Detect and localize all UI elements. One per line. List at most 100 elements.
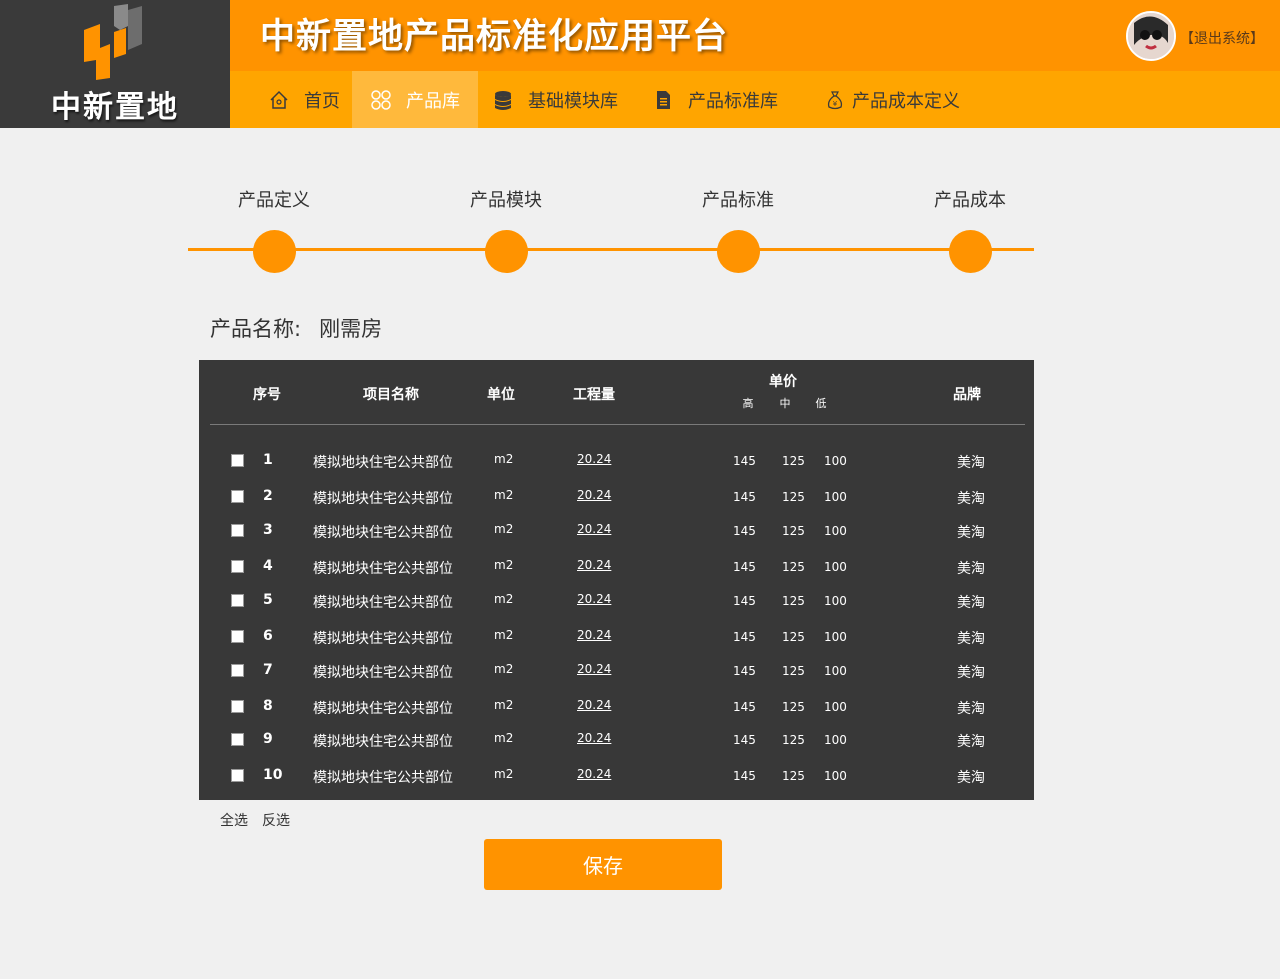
step-product-cost[interactable]: 产品成本 bbox=[900, 186, 1040, 273]
logo-text: 中新置地 bbox=[51, 90, 179, 125]
cell-price-low: 100 bbox=[824, 594, 847, 608]
cell-price-mid: 125 bbox=[782, 560, 805, 574]
nav-item-home[interactable]: 首页 bbox=[268, 71, 340, 128]
cell-unit: m2 bbox=[494, 488, 514, 502]
logo-area: 中新置地 bbox=[0, 0, 230, 128]
cell-seq: 7 bbox=[263, 662, 273, 678]
cell-unit: m2 bbox=[494, 522, 514, 536]
cell-price-mid: 125 bbox=[782, 524, 805, 538]
step-dot[interactable] bbox=[252, 230, 296, 273]
cell-name: 模拟地块住宅公共部位 bbox=[313, 701, 453, 717]
cell-brand: 美淘 bbox=[957, 770, 985, 786]
step-product-standard[interactable]: 产品标准 bbox=[668, 186, 808, 273]
save-button[interactable]: 保存 bbox=[484, 839, 722, 890]
cell-qty[interactable]: 20.24 bbox=[577, 558, 611, 572]
step-dot[interactable] bbox=[484, 230, 528, 273]
svg-text:¥: ¥ bbox=[833, 100, 838, 108]
cell-qty[interactable]: 20.24 bbox=[577, 452, 611, 466]
home-icon bbox=[270, 90, 288, 109]
cell-price-mid: 125 bbox=[782, 733, 805, 747]
product-name-value: 刚需房 bbox=[319, 317, 383, 341]
cell-brand: 美淘 bbox=[957, 701, 985, 717]
money-bag-icon: ¥ bbox=[827, 90, 843, 109]
document-icon bbox=[657, 90, 670, 109]
header-brand: 品牌 bbox=[953, 387, 981, 403]
nav-item-label: 产品成本定义 bbox=[852, 90, 960, 112]
cell-price-low: 100 bbox=[824, 524, 847, 538]
cell-seq: 1 bbox=[263, 452, 273, 468]
cost-table: 序号 项目名称 单位 工程量 单价 高 中 低 品牌 1 模拟地块住宅公共部位 m2… bbox=[199, 360, 1034, 800]
row-checkbox[interactable] bbox=[231, 594, 244, 607]
cell-seq: 4 bbox=[263, 558, 273, 574]
table-row: 10 模拟地块住宅公共部位 m2 20.24 145 125 100 美淘 bbox=[199, 759, 1034, 793]
step-label: 产品标准 bbox=[702, 190, 774, 211]
nav-item-product-library[interactable]: 产品库 bbox=[352, 71, 478, 128]
row-checkbox[interactable] bbox=[231, 490, 244, 503]
header-divider bbox=[210, 424, 1025, 425]
cell-qty[interactable]: 20.24 bbox=[577, 662, 611, 676]
cell-brand: 美淘 bbox=[957, 561, 985, 577]
row-checkbox[interactable] bbox=[231, 454, 244, 467]
cell-unit: m2 bbox=[494, 592, 514, 606]
cell-unit: m2 bbox=[494, 698, 514, 712]
cell-qty[interactable]: 20.24 bbox=[577, 767, 611, 781]
nav-item-label: 基础模块库 bbox=[528, 90, 618, 112]
cell-price-low: 100 bbox=[824, 769, 847, 783]
logout-link[interactable]: 【退出系统】 bbox=[1180, 28, 1264, 48]
row-checkbox[interactable] bbox=[231, 733, 244, 746]
table-row: 6 模拟地块住宅公共部位 m2 20.24 145 125 100 美淘 bbox=[199, 620, 1034, 654]
cell-price-high: 145 bbox=[733, 490, 756, 504]
cell-qty[interactable]: 20.24 bbox=[577, 522, 611, 536]
step-label: 产品模块 bbox=[470, 190, 542, 211]
table-row: 3 模拟地块住宅公共部位 m2 20.24 145 125 100 美淘 bbox=[199, 514, 1034, 548]
header-price-high: 高 bbox=[742, 397, 754, 410]
cell-name: 模拟地块住宅公共部位 bbox=[313, 734, 453, 750]
cell-price-high: 145 bbox=[733, 524, 756, 538]
row-checkbox[interactable] bbox=[231, 524, 244, 537]
cell-price-mid: 125 bbox=[782, 594, 805, 608]
cell-brand: 美淘 bbox=[957, 491, 985, 507]
avatar-image-icon bbox=[1128, 13, 1174, 59]
invert-selection-link[interactable]: 反选 bbox=[262, 810, 290, 830]
step-dot[interactable] bbox=[716, 230, 760, 273]
cell-seq: 6 bbox=[263, 628, 273, 644]
cell-qty[interactable]: 20.24 bbox=[577, 698, 611, 712]
nav-item-product-standards[interactable]: 产品标准库 bbox=[652, 71, 778, 128]
logo-mark-icon bbox=[84, 4, 142, 80]
cell-seq: 8 bbox=[263, 698, 273, 714]
nav-item-cost-definition[interactable]: ¥ 产品成本定义 bbox=[824, 71, 960, 128]
row-checkbox[interactable] bbox=[231, 664, 244, 677]
row-checkbox[interactable] bbox=[231, 700, 244, 713]
cell-brand: 美淘 bbox=[957, 525, 985, 541]
row-checkbox[interactable] bbox=[231, 769, 244, 782]
cell-qty[interactable]: 20.24 bbox=[577, 488, 611, 502]
cell-price-low: 100 bbox=[824, 630, 847, 644]
cell-price-high: 145 bbox=[733, 560, 756, 574]
cell-unit: m2 bbox=[494, 558, 514, 572]
cell-brand: 美淘 bbox=[957, 595, 985, 611]
select-all-link[interactable]: 全选 bbox=[220, 810, 248, 830]
step-product-definition[interactable]: 产品定义 bbox=[204, 186, 344, 273]
cell-price-mid: 125 bbox=[782, 490, 805, 504]
step-dot[interactable] bbox=[948, 230, 992, 273]
user-avatar[interactable] bbox=[1126, 11, 1176, 61]
grid-icon bbox=[371, 89, 391, 110]
header-price-mid: 中 bbox=[779, 397, 791, 410]
cell-qty[interactable]: 20.24 bbox=[577, 731, 611, 745]
nav-item-base-modules[interactable]: 基础模块库 bbox=[492, 71, 618, 128]
cell-brand: 美淘 bbox=[957, 665, 985, 681]
step-product-module[interactable]: 产品模块 bbox=[436, 186, 576, 273]
cell-price-high: 145 bbox=[733, 594, 756, 608]
cell-unit: m2 bbox=[494, 662, 514, 676]
cell-seq: 3 bbox=[263, 522, 273, 538]
cell-name: 模拟地块住宅公共部位 bbox=[313, 631, 453, 647]
cell-qty[interactable]: 20.24 bbox=[577, 628, 611, 642]
row-checkbox[interactable] bbox=[231, 630, 244, 643]
cell-qty[interactable]: 20.24 bbox=[577, 592, 611, 606]
header-unit: 单位 bbox=[487, 387, 515, 403]
cell-price-high: 145 bbox=[733, 700, 756, 714]
cell-seq: 5 bbox=[263, 592, 273, 608]
row-checkbox[interactable] bbox=[231, 560, 244, 573]
cell-price-high: 145 bbox=[733, 769, 756, 783]
cell-price-mid: 125 bbox=[782, 664, 805, 678]
